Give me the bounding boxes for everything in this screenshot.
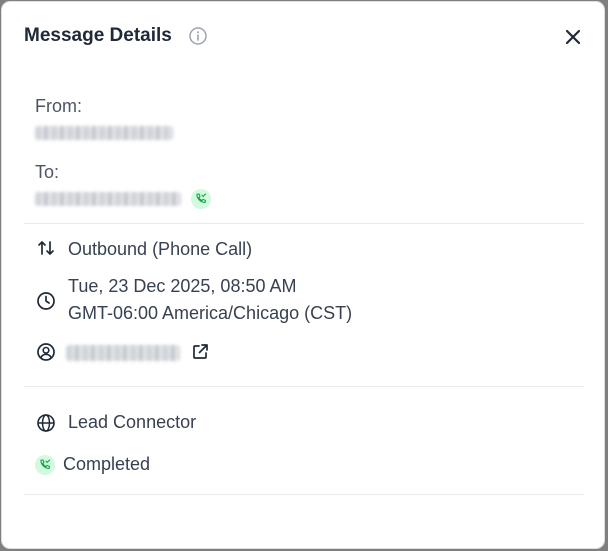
divider [24,386,584,387]
timezone-text: GMT-06:00 America/Chicago (CST) [68,303,353,323]
clock-icon [37,292,55,310]
to-label: To: [35,162,60,182]
from-value-redacted [35,126,173,140]
user-circle-icon [37,343,55,361]
dialog-header: Message Details [24,22,584,54]
globe-icon [37,414,55,432]
arrows-up-down-icon [38,241,54,255]
dialog-title: Message Details [24,25,172,46]
user-name-redacted [66,345,180,361]
source-text: Lead Connector [68,412,197,432]
direction-text: Outbound (Phone Call) [68,239,253,259]
divider [24,223,584,224]
message-details-dialog: Message Details From: To: Outbound (Phon… [1,1,605,549]
status-badge [35,455,55,475]
phone-check-icon [196,193,207,203]
phone-badge [191,189,211,209]
from-label: From: [35,96,82,116]
info-icon[interactable] [188,26,208,46]
phone-check-icon [40,459,51,469]
external-link-icon[interactable] [190,342,210,362]
close-button[interactable] [562,26,584,48]
date-text: Tue, 23 Dec 2025, 08:50 AM [68,276,297,296]
divider [24,494,584,495]
to-value-redacted [35,192,181,206]
status-text: Completed [63,454,151,474]
